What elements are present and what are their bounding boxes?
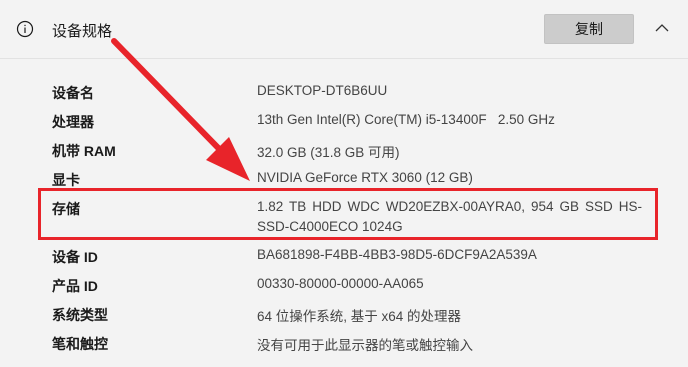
spec-value-ram[interactable]: 32.0 GB (31.8 GB 可用) [257,141,400,161]
spec-value-device-id[interactable]: BA681898-F4BB-4BB3-98D5-6DCF9A2A539A [257,247,537,262]
spec-label-device-name: 设备名 [52,85,94,101]
spec-value-processor[interactable]: 13th Gen Intel(R) Core(TM) i5-13400F 2.5… [257,112,555,127]
spec-label-system-type: 系统类型 [52,307,108,323]
spec-label-gpu: 显卡 [52,172,80,188]
copy-button[interactable]: 复制 [544,14,634,44]
spec-label-pen-touch: 笔和触控 [52,336,108,352]
info-icon [16,20,34,38]
spec-value-system-type[interactable]: 64 位操作系统, 基于 x64 的处理器 [257,305,461,325]
storage-highlight-box [38,188,658,240]
spec-label-processor: 处理器 [52,114,94,130]
spec-value-gpu[interactable]: NVIDIA GeForce RTX 3060 (12 GB) [257,170,473,185]
spec-label-product-id: 产品 ID [52,278,98,294]
spec-value-product-id[interactable]: 00330-80000-00000-AA065 [257,276,424,291]
header-divider [0,58,688,59]
device-specs-header[interactable]: 设备规格 复制 [0,0,688,58]
chevron-up-icon[interactable] [652,18,672,38]
spec-label-ram: 机带 RAM [52,143,116,159]
spec-value-pen-touch[interactable]: 没有可用于此显示器的笔或触控输入 [257,334,473,354]
section-title: 设备规格 [52,23,113,40]
device-specs-panel: 设备规格 复制 设备名 DESKTOP-DT6B6UU 处理器 13th Gen… [0,0,688,367]
spec-label-device-id: 设备 ID [52,249,98,265]
spec-value-device-name[interactable]: DESKTOP-DT6B6UU [257,83,387,98]
